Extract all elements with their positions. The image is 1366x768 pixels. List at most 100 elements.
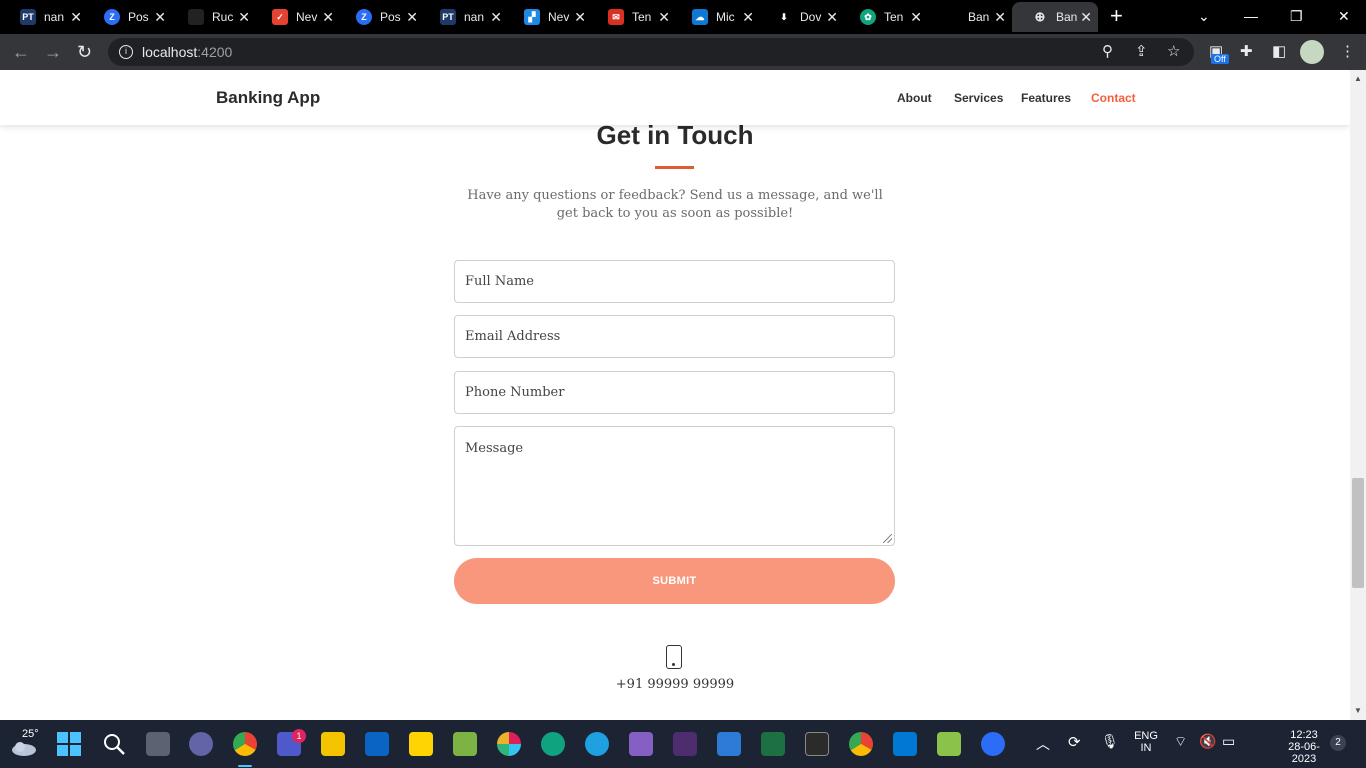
sticky-notes-icon[interactable] (409, 732, 433, 756)
tab-strip: PT nan ✕ Z Pos ✕ Ruc ✕ ✓ Nev ✕ Z Pos ✕ P… (0, 0, 1366, 34)
restore-icon[interactable]: ❐ (1290, 6, 1303, 26)
browser-tab[interactable]: ⬇ Dov ✕ (756, 2, 844, 32)
window-close-icon[interactable]: ✕ (1338, 6, 1350, 26)
extensions-puzzle-icon[interactable]: ✚ (1240, 43, 1253, 61)
notification-badge[interactable]: 2 (1330, 735, 1346, 751)
address-bar[interactable]: i localhost:4200 ⚲ ⇪ ☆ (108, 38, 1194, 66)
browser-tab[interactable]: ✉ Ten ✕ (588, 2, 676, 32)
scroll-down-icon[interactable]: ▼ (1354, 706, 1362, 715)
outlook-icon[interactable] (365, 732, 389, 756)
windows-start-icon[interactable] (57, 732, 81, 756)
bookmark-star-icon[interactable]: ☆ (1167, 44, 1180, 60)
edge-icon[interactable] (585, 732, 609, 756)
slack-icon[interactable] (497, 732, 521, 756)
close-icon[interactable]: ✕ (910, 9, 922, 25)
brand-logo[interactable]: Banking App (216, 88, 320, 108)
new-tab-button[interactable]: + (1110, 5, 1123, 27)
side-panel-icon[interactable]: ◧ (1272, 43, 1286, 61)
notepad-plus-icon[interactable] (453, 732, 477, 756)
teams-chat-icon[interactable] (189, 732, 213, 756)
page-scrollbar[interactable]: ▲ ▼ (1350, 70, 1366, 720)
chrome-icon[interactable] (849, 732, 873, 756)
pt-icon: PT (20, 9, 36, 25)
vscode-icon[interactable] (893, 732, 917, 756)
reload-icon[interactable]: ↻ (77, 42, 92, 62)
minimize-icon[interactable]: — (1244, 6, 1258, 26)
microphone-icon[interactable]: 🎙 (1101, 733, 1119, 750)
browser-tab[interactable]: PT nan ✕ (420, 2, 508, 32)
back-icon[interactable]: ← (12, 42, 30, 62)
nav-link-contact[interactable]: Contact (1091, 91, 1136, 105)
file-explorer-icon[interactable] (321, 732, 345, 756)
profile-avatar[interactable] (1300, 40, 1324, 64)
teams-badge: 1 (292, 729, 306, 743)
wifi-icon[interactable]: ⌔ (1174, 733, 1187, 751)
close-icon[interactable]: ✕ (994, 9, 1006, 25)
menu-icon[interactable]: ⋮ (1340, 43, 1355, 61)
zoom-icon[interactable]: ⚲ (1102, 44, 1113, 60)
close-icon[interactable]: ✕ (1080, 9, 1092, 25)
visual-studio-icon[interactable] (629, 732, 653, 756)
site-icon (188, 9, 204, 25)
close-icon[interactable]: ✕ (70, 9, 82, 25)
full-name-input[interactable]: Full Name (454, 260, 895, 303)
tray-chevron-icon[interactable]: ︿ (1036, 734, 1050, 754)
excel-icon[interactable] (761, 732, 785, 756)
share-icon[interactable]: ⇪ (1135, 44, 1148, 60)
phone-input[interactable]: Phone Number (454, 371, 895, 414)
chrome-icon[interactable] (233, 732, 257, 756)
task-view-icon[interactable] (146, 732, 170, 756)
extension-badge: Off (1211, 54, 1229, 64)
close-icon[interactable]: ✕ (574, 9, 586, 25)
close-icon[interactable]: ✕ (322, 9, 334, 25)
search-icon[interactable] (102, 732, 126, 756)
zoho-z-icon: Z (104, 9, 120, 25)
close-icon[interactable]: ✕ (826, 9, 838, 25)
mail-icon: ✉ (608, 9, 624, 25)
clock[interactable]: 12:23 28-06-2023 (1284, 729, 1324, 765)
command-prompt-icon[interactable] (805, 732, 829, 756)
browser-tab[interactable]: Ban ✕ (924, 2, 1012, 32)
notepad-icon[interactable] (717, 732, 741, 756)
zoho-icon[interactable] (981, 732, 1005, 756)
browser-tab[interactable]: Ruc ✕ (168, 2, 256, 32)
sync-icon[interactable]: ⟳ (1068, 733, 1081, 751)
blank-icon (944, 9, 960, 25)
forward-icon[interactable]: → (44, 42, 62, 62)
cloud-icon[interactable] (10, 740, 38, 756)
browser-tab[interactable]: Z Pos ✕ (336, 2, 424, 32)
nav-link-features[interactable]: Features (1021, 91, 1071, 105)
close-icon[interactable]: ✕ (406, 9, 418, 25)
email-input[interactable]: Email Address (454, 315, 895, 358)
browser-tab-active[interactable]: ⊕ Ban ✕ (1012, 2, 1098, 32)
close-icon[interactable]: ✕ (238, 9, 250, 25)
resize-handle[interactable] (883, 534, 892, 543)
site-info-icon[interactable]: i (119, 45, 133, 59)
browser-tab[interactable]: PT nan ✕ (0, 2, 88, 32)
browser-tab[interactable]: ✿ Ten ✕ (840, 2, 928, 32)
browser-tab[interactable]: ✓ Nev ✕ (252, 2, 340, 32)
browser-tab[interactable]: ☁ Mic ✕ (672, 2, 760, 32)
submit-button[interactable]: SUBMIT (454, 558, 895, 604)
scroll-up-icon[interactable]: ▲ (1354, 74, 1362, 83)
close-icon[interactable]: ✕ (742, 9, 754, 25)
close-icon[interactable]: ✕ (658, 9, 670, 25)
browser-tab[interactable]: Z Pos ✕ (84, 2, 172, 32)
tab-search-icon[interactable]: ⌄ (1198, 6, 1210, 26)
volume-muted-icon[interactable]: 🔇 (1199, 733, 1216, 750)
language-indicator[interactable]: ENG IN (1134, 730, 1158, 754)
close-icon[interactable]: ✕ (490, 9, 502, 25)
browser-tab[interactable]: ▞ Nev ✕ (504, 2, 592, 32)
onedrive-icon: ☁ (692, 9, 708, 25)
terminal-app-icon[interactable] (673, 732, 697, 756)
message-textarea[interactable]: Message (454, 426, 895, 546)
scroll-thumb[interactable] (1352, 478, 1364, 588)
close-icon[interactable]: ✕ (154, 9, 166, 25)
url-text[interactable]: localhost:4200 (142, 44, 232, 60)
weather-temp[interactable]: 25° (22, 728, 39, 740)
battery-icon[interactable]: ▭ (1222, 733, 1235, 750)
nav-link-services[interactable]: Services (954, 91, 1003, 105)
chatgpt-icon[interactable] (541, 732, 565, 756)
nav-link-about[interactable]: About (897, 91, 932, 105)
paint-icon[interactable] (937, 732, 961, 756)
